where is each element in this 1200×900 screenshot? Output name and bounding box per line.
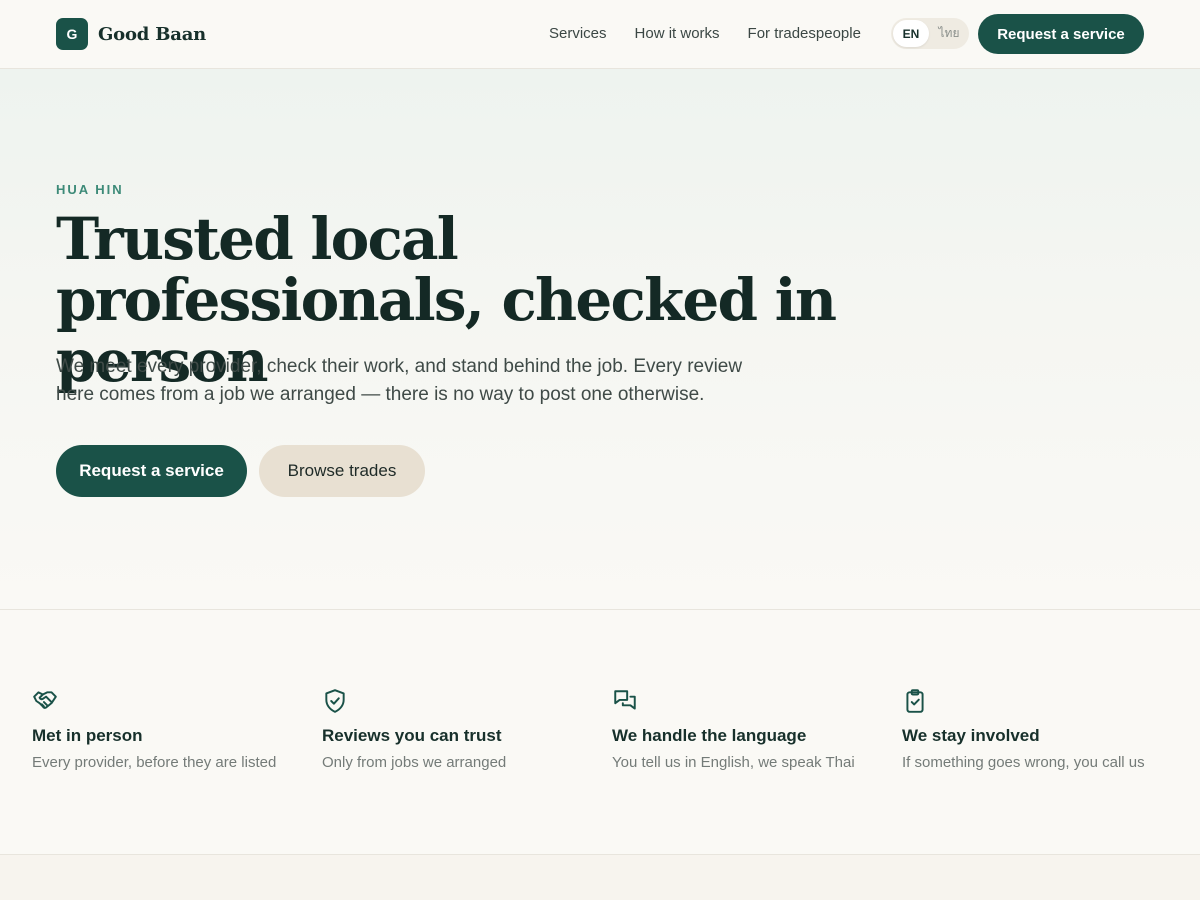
feature-met-in-person: Met in person Every provider, before the…	[32, 688, 302, 771]
brand-name: Good Baan	[98, 23, 207, 45]
brand-mark: G	[56, 18, 88, 50]
hero-eyebrow: HUA HIN	[56, 182, 124, 197]
feature-language: We handle the language You tell us in En…	[612, 688, 882, 771]
header-request-service-button[interactable]: Request a service	[978, 14, 1144, 54]
next-section-band	[0, 855, 1200, 900]
feature-title: Reviews you can trust	[322, 726, 502, 745]
main-nav: Services How it works For tradespeople	[549, 24, 889, 44]
feature-title: We stay involved	[902, 726, 1040, 745]
hero-section: HUA HIN Trusted local professionals, che…	[0, 69, 1200, 610]
feature-title: We handle the language	[612, 726, 807, 745]
feature-reviews: Reviews you can trust Only from jobs we …	[322, 688, 592, 771]
lang-option-en[interactable]: EN	[893, 20, 929, 47]
brand-logo[interactable]: G Good Baan	[56, 18, 206, 50]
shield-check-icon	[322, 688, 348, 714]
nav-link-for-tradespeople[interactable]: For tradespeople	[748, 24, 861, 44]
feature-subtitle: Every provider, before they are listed	[32, 754, 277, 771]
browse-trades-button[interactable]: Browse trades	[259, 445, 425, 497]
chat-bubbles-icon	[612, 688, 638, 714]
nav-link-how-it-works[interactable]: How it works	[635, 24, 720, 44]
feature-subtitle: You tell us in English, we speak Thai	[612, 754, 855, 771]
clipboard-check-icon	[902, 688, 928, 714]
handshake-icon	[32, 688, 58, 714]
feature-subtitle: If something goes wrong, you call us	[902, 754, 1145, 771]
feature-title: Met in person	[32, 726, 143, 745]
request-service-button[interactable]: Request a service	[56, 445, 247, 497]
nav-link-services[interactable]: Services	[549, 24, 607, 44]
feature-subtitle: Only from jobs we arranged	[322, 754, 507, 771]
lang-option-thai[interactable]: ไทย	[931, 20, 967, 47]
hero-description: We meet every provider, check their work…	[56, 356, 743, 405]
language-toggle: EN ไทย	[891, 18, 969, 49]
features-section: Met in person Every provider, before the…	[0, 610, 1200, 855]
feature-stay-involved: We stay involved If something goes wrong…	[902, 688, 1172, 771]
site-header: G Good Baan Services How it works For tr…	[0, 0, 1200, 69]
